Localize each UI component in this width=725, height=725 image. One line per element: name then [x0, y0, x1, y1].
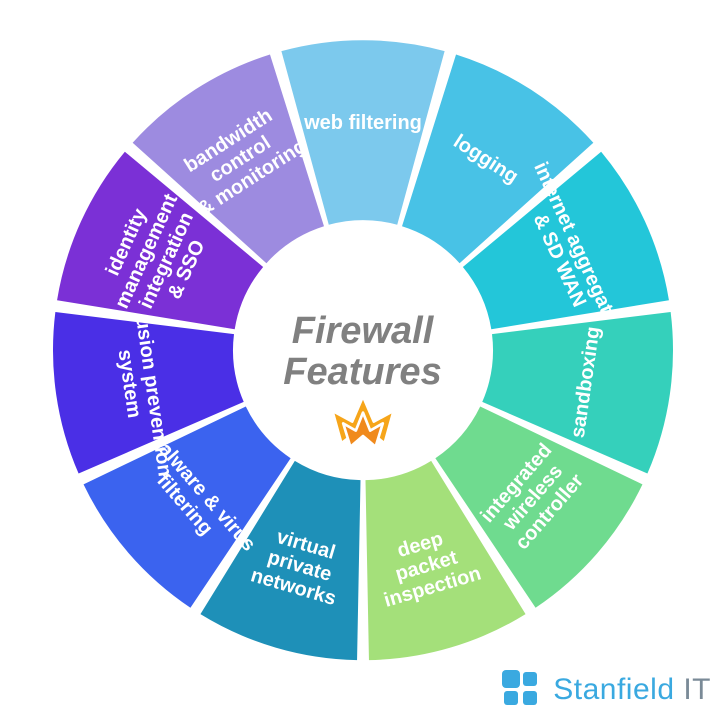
brand-logo-text: Stanfield IT	[553, 673, 711, 707]
brand-name-rest: IT	[675, 673, 712, 706]
wheel-segment-label: web filtering	[303, 112, 422, 134]
diagram-stage: web filteringlogginginternet aggregation…	[0, 0, 725, 725]
brand-logo-icon	[501, 669, 543, 711]
brand-name-accent: Stanfield	[553, 673, 674, 706]
feature-wheel: web filteringlogginginternet aggregation…	[43, 30, 683, 670]
brand-logo: Stanfield IT	[501, 669, 711, 711]
